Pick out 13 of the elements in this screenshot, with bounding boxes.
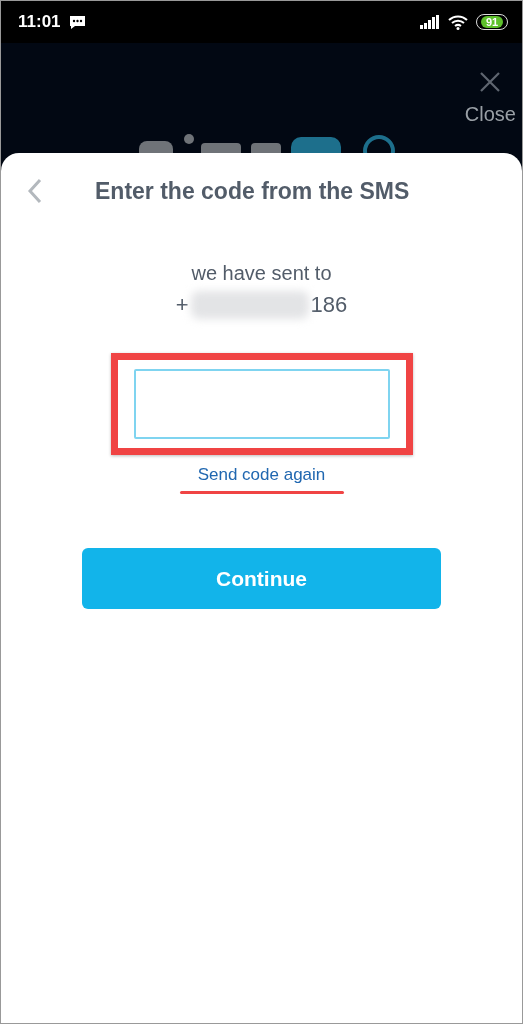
sent-to-text: we have sent to <box>191 261 332 286</box>
phone-suffix: 186 <box>310 291 348 319</box>
send-code-again-link[interactable]: Send code again <box>197 465 326 485</box>
wifi-icon <box>448 14 468 30</box>
close-button[interactable]: Close <box>464 71 516 126</box>
sheet-title: Enter the code from the SMS <box>95 177 410 205</box>
phone-prefix: + <box>175 291 189 319</box>
signal-icon <box>420 15 440 29</box>
message-icon <box>68 14 86 30</box>
close-icon <box>479 71 502 93</box>
code-input-field[interactable] <box>133 369 390 439</box>
back-button[interactable] <box>27 178 43 204</box>
status-time: 11:01 <box>18 12 61 32</box>
